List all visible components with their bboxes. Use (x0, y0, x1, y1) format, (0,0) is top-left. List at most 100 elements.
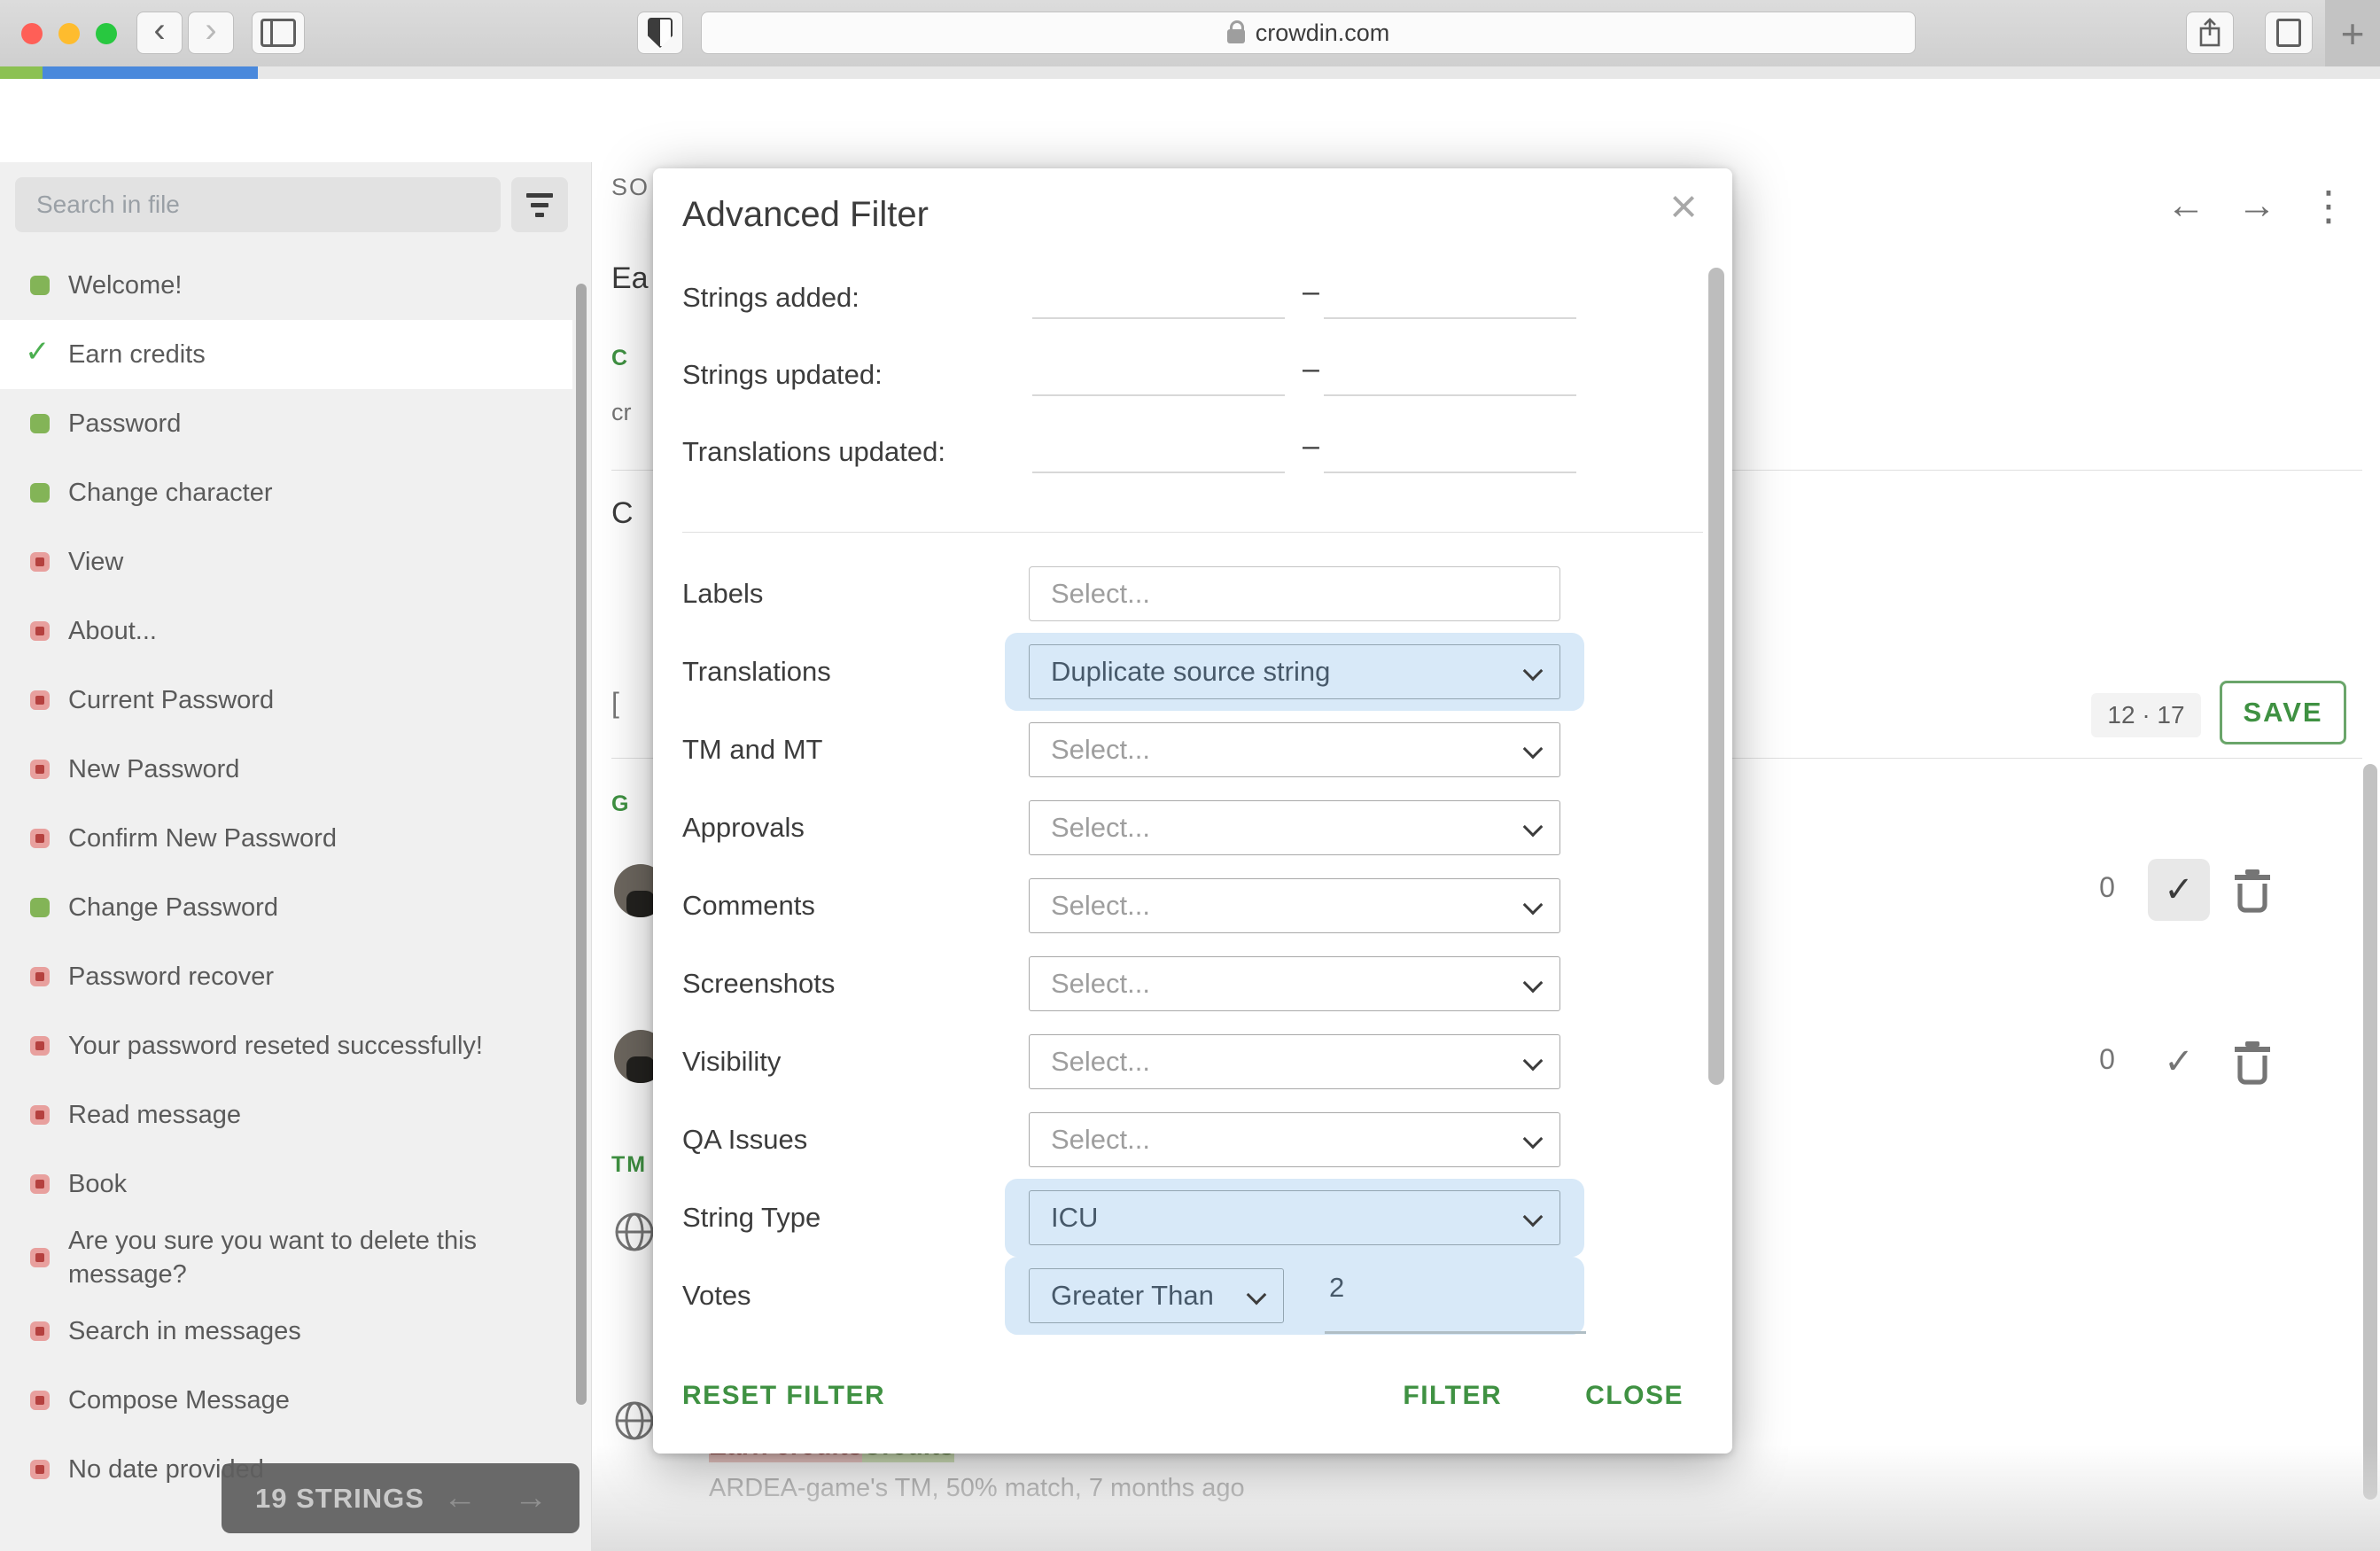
string-label: Earn credits (68, 338, 206, 371)
votes-operator-select[interactable]: Greater Than (1029, 1268, 1284, 1323)
string-list-item[interactable]: Earn credits (0, 320, 572, 389)
badge-prev-arrow-icon[interactable]: ← (443, 1479, 477, 1517)
apply-filter-button[interactable]: FILTER (1403, 1381, 1502, 1411)
close-modal-button[interactable]: CLOSE (1585, 1381, 1684, 1411)
more-options-kebab-icon[interactable]: ⋮ (2308, 182, 2349, 230)
range-to-input[interactable] (1324, 317, 1576, 319)
filter-select[interactable]: Select... (1029, 1034, 1560, 1089)
save-button[interactable]: SAVE (2220, 681, 2346, 744)
modal-close-button[interactable]: × (1653, 175, 1715, 238)
chevron-down-icon (1523, 973, 1544, 994)
filter-select-row: Comments Select... (682, 867, 1703, 945)
translation-progress-bar (0, 66, 2380, 79)
browser-forward-button[interactable]: › (188, 12, 234, 54)
approve-check-button[interactable]: ✓ (2148, 859, 2210, 921)
string-list-item[interactable]: Current Password (0, 666, 572, 735)
context-text-fragment: cr (611, 399, 632, 426)
filter-select-value: Select... (1051, 968, 1150, 1000)
filter-row-label: QA Issues (682, 1124, 807, 1156)
string-list-item[interactable]: About... (0, 596, 572, 666)
suggestions-header-fragment: G (611, 791, 630, 817)
check-icon: ✓ (2164, 869, 2194, 910)
modal-footer: RESET FILTER FILTER CLOSE (682, 1369, 1703, 1422)
string-list-item[interactable]: Read message (0, 1080, 572, 1150)
string-label: Current Password (68, 683, 274, 717)
badge-next-arrow-icon[interactable]: → (514, 1479, 548, 1517)
filter-select-value: Select... (1051, 734, 1150, 766)
address-bar[interactable]: crowdin.com ↻ (701, 12, 1916, 54)
approve-check-button[interactable]: ✓ (2148, 1031, 2210, 1093)
string-status-icon (30, 345, 50, 364)
tab-overview-button[interactable] (2265, 12, 2313, 54)
string-list-item[interactable]: Are you sure you want to delete this mes… (0, 1219, 572, 1297)
sidebar-scrollbar[interactable] (576, 284, 587, 1405)
filter-select[interactable]: Select... (1029, 800, 1560, 855)
filter-select[interactable]: Select... (1029, 722, 1560, 777)
votes-value-input[interactable]: 2 (1329, 1272, 1344, 1304)
browser-sidebar-toggle-button[interactable] (252, 12, 305, 54)
delete-suggestion-button[interactable] (2231, 1038, 2274, 1090)
share-button[interactable] (2186, 12, 2234, 54)
range-from-input[interactable] (1032, 472, 1285, 473)
range-separator: – (1303, 429, 1319, 464)
filter-rows: Labels Select... Translations Duplicate … (682, 555, 1703, 1335)
privacy-shield-button[interactable] (637, 12, 683, 54)
string-list-item[interactable]: Your password reseted successfully! (0, 1011, 572, 1080)
filter-select-value: Select... (1051, 812, 1150, 844)
next-string-button[interactable]: → (2237, 183, 2276, 228)
filter-select[interactable]: Duplicate source string (1029, 644, 1560, 699)
chevron-down-icon (1523, 895, 1544, 916)
search-input[interactable] (15, 177, 501, 232)
string-list-item[interactable]: Change character (0, 458, 572, 527)
traffic-zoom-button[interactable] (96, 23, 117, 44)
filter-select-row: TM and MT Select... (682, 711, 1703, 789)
filter-select[interactable]: Select... (1029, 956, 1560, 1011)
strings-count-badge: 19 STRINGS ← → (222, 1463, 579, 1533)
chevron-down-icon (1523, 1129, 1544, 1150)
new-tab-button[interactable]: + (2325, 0, 2380, 66)
string-list-item[interactable]: Change Password (0, 873, 572, 942)
filter-select[interactable]: Select... (1029, 1112, 1560, 1167)
string-status-icon (30, 414, 50, 433)
string-label: Your password reseted successfully! (68, 1029, 483, 1063)
main-scrollbar[interactable] (2363, 764, 2377, 1500)
range-from-input[interactable] (1032, 317, 1285, 319)
string-list-item[interactable]: Compose Message (0, 1366, 572, 1435)
filter-select-row: Translations Duplicate source string (682, 633, 1703, 711)
delete-suggestion-button[interactable] (2231, 866, 2274, 918)
padlock-icon (1227, 29, 1245, 43)
range-separator: – (1303, 352, 1319, 386)
app-header: GERMAN › ARDEA_ANDROID.XML ⚙ (0, 79, 2380, 162)
source-string-fragment: Ea (611, 261, 649, 296)
string-list-item[interactable]: Password (0, 389, 572, 458)
votes-row: Votes Greater Than 2 (682, 1257, 1703, 1335)
string-status-icon (30, 1321, 50, 1341)
range-from-input[interactable] (1032, 394, 1285, 396)
filter-select[interactable]: Select... (1029, 878, 1560, 933)
string-list-item[interactable]: Welcome! (0, 251, 572, 320)
string-list-item[interactable]: Search in messages (0, 1297, 572, 1366)
string-list-item[interactable]: Password recover (0, 942, 572, 1011)
string-list-item[interactable]: New Password (0, 735, 572, 804)
previous-string-button[interactable]: ← (2166, 183, 2205, 228)
filter-select-value: Select... (1051, 1124, 1150, 1156)
browser-back-button[interactable]: ‹ (136, 12, 183, 54)
filter-select[interactable]: ICU (1029, 1190, 1560, 1245)
range-label: Strings updated: (682, 359, 883, 391)
traffic-minimize-button[interactable] (58, 23, 80, 44)
string-list-item[interactable]: Confirm New Password (0, 804, 572, 873)
filter-select-value: Select... (1051, 1046, 1150, 1078)
char-position-counter: 12 · 17 (2091, 693, 2201, 737)
range-to-input[interactable] (1324, 394, 1576, 396)
string-list-item[interactable]: View (0, 527, 572, 596)
labels-multiselect[interactable]: Select... (1029, 566, 1560, 621)
range-row: Strings updated: – (682, 339, 1703, 417)
traffic-close-button[interactable] (21, 23, 43, 44)
filter-button[interactable] (511, 177, 568, 232)
range-to-input[interactable] (1324, 472, 1576, 473)
modal-scrollbar[interactable] (1708, 268, 1724, 1085)
reset-filter-button[interactable]: RESET FILTER (682, 1381, 885, 1411)
forward-icon: › (205, 11, 216, 51)
string-list-item[interactable]: Book (0, 1150, 572, 1219)
tm-header-fragment: TM (611, 1152, 652, 1178)
